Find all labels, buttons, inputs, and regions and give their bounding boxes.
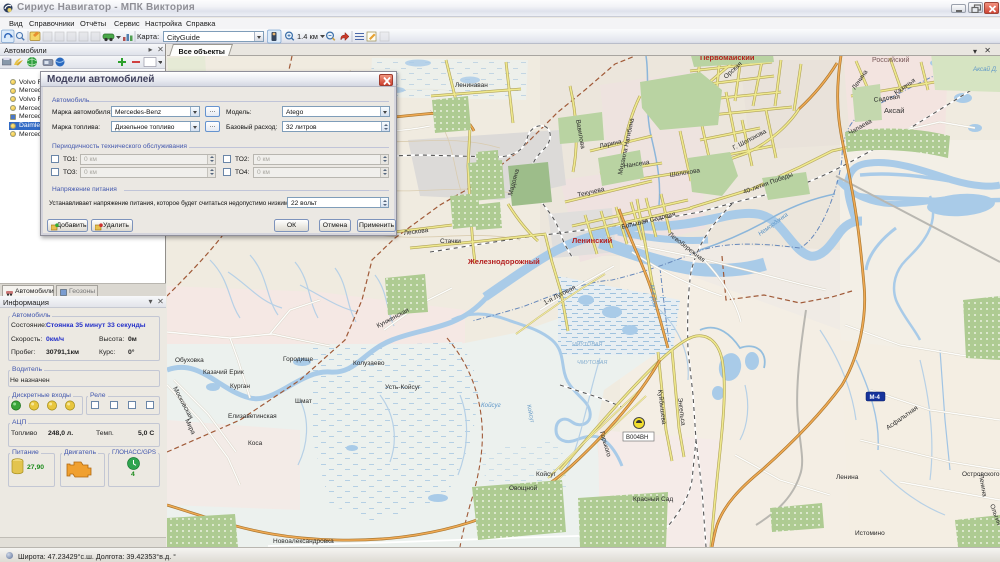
svg-text:Овощной: Овощной [509, 484, 538, 492]
svg-text:Усть-Койсуг: Усть-Койсуг [385, 383, 421, 391]
svg-text:Красный Сад: Красный Сад [633, 495, 673, 503]
svg-text:М-4: М-4 [870, 395, 881, 401]
svg-text:Курган: Курган [230, 383, 250, 390]
svg-text:Коса: Коса [248, 440, 263, 447]
svg-text:В004ВН: В004ВН [626, 435, 648, 441]
svg-text:Ленина: Ленина [836, 474, 859, 481]
svg-text:Стачки: Стачки [440, 238, 461, 245]
svg-text:Новоалександровка: Новоалександровка [273, 538, 334, 545]
svg-text:Железнодорожный: Железнодорожный [467, 257, 540, 266]
svg-text:Первомайский: Первомайский [700, 56, 755, 62]
svg-text:ЧМУТОВАЯ: ЧМУТОВАЯ [577, 360, 607, 366]
svg-text:Ленинский: Ленинский [572, 236, 613, 245]
svg-text:Городище: Городище [283, 356, 313, 363]
svg-text:Истомино: Истомино [855, 530, 885, 537]
svg-text:Колузаево: Колузаево [353, 360, 385, 367]
svg-text:Российский: Российский [872, 56, 910, 64]
svg-text:Койсуг: Койсуг [481, 402, 501, 409]
svg-text:Аксай: Аксай [884, 106, 904, 115]
svg-text:Ленинаван: Ленинаван [455, 82, 488, 89]
svg-text:Елизаветинская: Елизаветинская [228, 413, 277, 420]
svg-text:Койсуг: Койсуг [536, 470, 557, 478]
svg-text:Аксай Д.: Аксай Д. [972, 66, 998, 73]
svg-text:Обуховка: Обуховка [175, 356, 204, 364]
svg-text:ЧМУТОВАЯ: ЧМУТОВАЯ [572, 342, 602, 348]
svg-text:Казачий Ерик: Казачий Ерик [203, 368, 244, 376]
svg-text:Шмат: Шмат [295, 398, 312, 405]
